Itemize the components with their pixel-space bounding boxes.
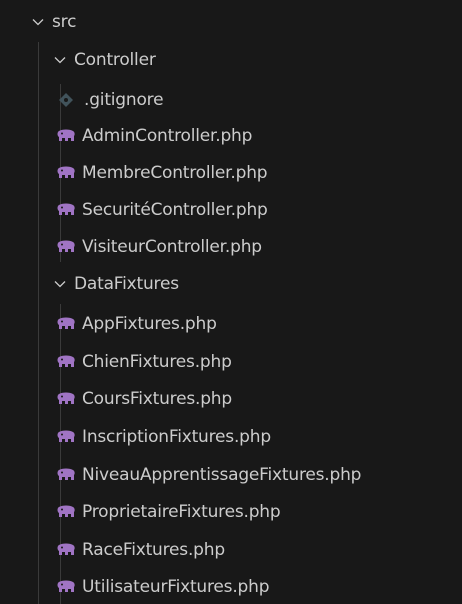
file-label: ProprietaireFixtures.php [82, 502, 281, 522]
php-elephant-icon [56, 165, 76, 181]
file-label: VisiteurController.php [82, 237, 262, 257]
php-elephant-icon [56, 579, 76, 595]
php-elephant-icon [56, 354, 76, 370]
php-elephant-icon [56, 429, 76, 445]
file-label: SecuritéController.php [82, 200, 268, 220]
php-elephant-icon [56, 391, 76, 407]
tree-file-proprietairefixtures[interactable]: ProprietaireFixtures.php [0, 496, 462, 528]
tree-file-utilisateurfixtures[interactable]: UtilisateurFixtures.php [0, 571, 462, 603]
file-label: InscriptionFixtures.php [82, 427, 271, 447]
file-label: MembreController.php [82, 163, 268, 183]
php-elephant-icon [56, 542, 76, 558]
tree-file-racefixtures[interactable]: RaceFixtures.php [0, 534, 462, 566]
file-label: AppFixtures.php [82, 314, 217, 334]
file-explorer-tree: src Controller .gitignore AdminControlle… [0, 0, 462, 604]
folder-label: src [52, 12, 77, 32]
chevron-down-icon [30, 14, 46, 30]
folder-label: DataFixtures [74, 274, 179, 294]
tree-file-coursfixtures[interactable]: CoursFixtures.php [0, 383, 462, 415]
chevron-down-icon [52, 276, 68, 292]
tree-folder-src[interactable]: src [0, 6, 462, 38]
file-label: AdminController.php [82, 126, 253, 146]
php-elephant-icon [56, 316, 76, 332]
tree-file-gitignore[interactable]: .gitignore [0, 84, 462, 116]
tree-file-membrecontroller[interactable]: MembreController.php [0, 157, 462, 189]
tree-file-appfixtures[interactable]: AppFixtures.php [0, 308, 462, 340]
chevron-down-icon [52, 52, 68, 68]
tree-file-niveauapprentissagefixtures[interactable]: NiveauApprentissageFixtures.php [0, 459, 462, 491]
file-label: .gitignore [84, 90, 164, 110]
tree-folder-datafixtures[interactable]: DataFixtures [0, 268, 462, 300]
tree-file-admincontroller[interactable]: AdminController.php [0, 120, 462, 152]
file-label: ChienFixtures.php [82, 352, 232, 372]
git-diamond-icon [58, 92, 78, 108]
file-label: RaceFixtures.php [82, 540, 225, 560]
tree-folder-controller[interactable]: Controller [0, 44, 462, 76]
tree-file-visiteurcontroller[interactable]: VisiteurController.php [0, 231, 462, 263]
file-label: NiveauApprentissageFixtures.php [82, 465, 362, 485]
php-elephant-icon [56, 202, 76, 218]
file-label: CoursFixtures.php [82, 389, 232, 409]
php-elephant-icon [56, 128, 76, 144]
file-label: UtilisateurFixtures.php [82, 577, 270, 597]
tree-file-chienfixtures[interactable]: ChienFixtures.php [0, 346, 462, 378]
tree-file-inscriptionfixtures[interactable]: InscriptionFixtures.php [0, 421, 462, 453]
php-elephant-icon [56, 467, 76, 483]
tree-file-securitecontroller[interactable]: SecuritéController.php [0, 194, 462, 226]
folder-label: Controller [74, 50, 156, 70]
php-elephant-icon [56, 239, 76, 255]
php-elephant-icon [56, 504, 76, 520]
